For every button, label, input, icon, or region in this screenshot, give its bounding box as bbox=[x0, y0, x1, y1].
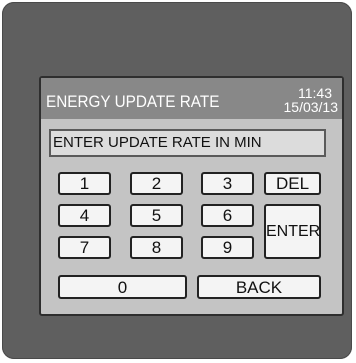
page-title: ENERGY UPDATE RATE bbox=[46, 92, 220, 111]
enter-button[interactable]: ENTER bbox=[264, 204, 321, 259]
key-9-button[interactable]: 9 bbox=[201, 236, 254, 259]
key-3-button[interactable]: 3 bbox=[201, 172, 254, 195]
key-5-button[interactable]: 5 bbox=[130, 204, 183, 227]
clock-date: 15/03/13 bbox=[283, 99, 339, 115]
key-7-button[interactable]: 7 bbox=[58, 236, 111, 259]
key-2-button[interactable]: 2 bbox=[130, 172, 183, 195]
key-0-button[interactable]: 0 bbox=[58, 275, 187, 299]
touch-screen: ENERGY UPDATE RATE 11:43 15/03/13 ENTER … bbox=[39, 76, 344, 316]
rate-entry-field[interactable]: ENTER UPDATE RATE IN MIN bbox=[49, 129, 326, 157]
key-6-button[interactable]: 6 bbox=[201, 204, 254, 227]
key-1-button[interactable]: 1 bbox=[58, 172, 111, 195]
delete-button[interactable]: DEL bbox=[264, 172, 321, 195]
key-8-button[interactable]: 8 bbox=[130, 236, 183, 259]
back-button[interactable]: BACK bbox=[197, 275, 321, 299]
key-4-button[interactable]: 4 bbox=[58, 204, 111, 227]
device-bezel: ENERGY UPDATE RATE 11:43 15/03/13 ENTER … bbox=[2, 2, 352, 359]
title-bar: ENERGY UPDATE RATE 11:43 15/03/13 bbox=[41, 78, 342, 119]
